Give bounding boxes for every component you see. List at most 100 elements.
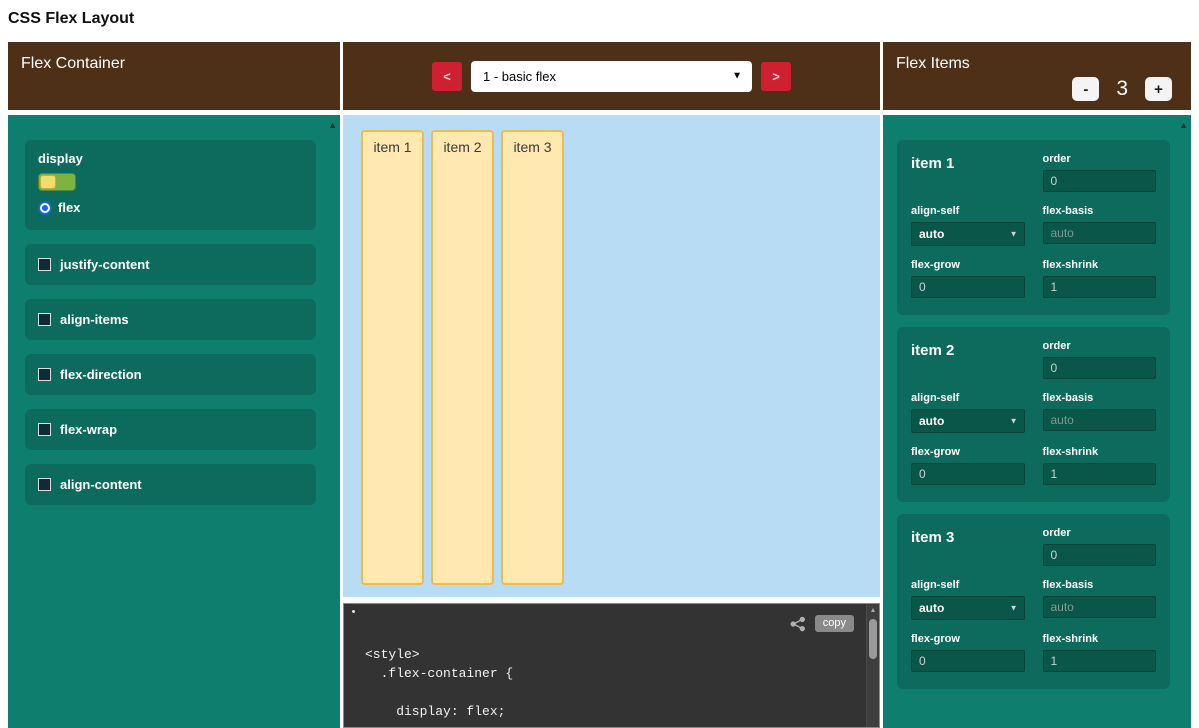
flex-basis-input[interactable] [1043, 222, 1157, 244]
display-label: display [38, 151, 303, 166]
flex-shrink-input[interactable] [1043, 463, 1157, 485]
flex-shrink-cell: flex-shrink [1043, 446, 1157, 485]
display-toggle[interactable] [38, 173, 76, 191]
example-select-wrap: 1 - basic flex ▼ [471, 61, 752, 92]
code-line: <style> [365, 645, 513, 664]
align-self-cell: align-self auto ▼ [911, 392, 1025, 433]
flex-grow-label: flex-grow [911, 633, 1025, 645]
item-card-3: item 3 order align-self auto ▼ [897, 514, 1170, 689]
page: CSS Flex Layout Flex Container ▲ display… [0, 0, 1199, 728]
order-label: order [1043, 527, 1157, 539]
code-line [365, 683, 513, 702]
code-toolbar: copy [790, 615, 854, 632]
flex-items-body: ▲ item 1 order align-self auto ▼ [883, 115, 1191, 728]
order-input[interactable] [1043, 544, 1157, 566]
flex-grow-cell: flex-grow [911, 633, 1025, 672]
flex-basis-input[interactable] [1043, 409, 1157, 431]
flex-basis-cell: flex-basis [1043, 392, 1157, 433]
option-card-align-content: align-content [25, 464, 316, 505]
align-content-label: align-content [60, 477, 142, 492]
flex-grow-input[interactable] [911, 650, 1025, 672]
flex-basis-label: flex-basis [1043, 579, 1157, 591]
justify-content-checkbox[interactable] [38, 258, 51, 271]
flex-direction-label: flex-direction [60, 367, 142, 382]
order-cell: order [1043, 527, 1157, 566]
flex-wrap-checkbox[interactable] [38, 423, 51, 436]
left-scroll-up-arrow-icon[interactable]: ▲ [328, 120, 337, 130]
right-scroll-up-arrow-icon[interactable]: ▲ [1179, 120, 1188, 130]
option-card-flex-wrap: flex-wrap [25, 409, 316, 450]
align-items-checkbox[interactable] [38, 313, 51, 326]
code-bullet-dot [352, 610, 355, 613]
item-name-cell: item 2 [911, 340, 1025, 379]
align-self-select-wrap: auto ▼ [911, 596, 1025, 620]
flex-basis-input[interactable] [1043, 596, 1157, 618]
flex-shrink-cell: flex-shrink [1043, 633, 1157, 672]
item-count-controls: - 3 + [1072, 77, 1172, 101]
flex-radio-dot [42, 205, 48, 211]
preview-item-1: item 1 [361, 130, 424, 585]
flex-shrink-input[interactable] [1043, 276, 1157, 298]
order-label: order [1043, 340, 1157, 352]
align-self-select-wrap: auto ▼ [911, 222, 1025, 246]
item-name: item 1 [911, 153, 1025, 172]
flex-grow-input[interactable] [911, 276, 1025, 298]
flex-direction-checkbox[interactable] [38, 368, 51, 381]
code-line: display: flex; [365, 702, 513, 721]
display-toggle-knob [40, 175, 56, 189]
flex-shrink-input[interactable] [1043, 650, 1157, 672]
copy-button[interactable]: copy [815, 615, 854, 632]
align-self-select[interactable]: auto [911, 222, 1025, 246]
align-self-select[interactable]: auto [911, 409, 1025, 433]
share-icon[interactable] [790, 616, 806, 632]
code-content: <style> .flex-container { display: flex; [365, 645, 513, 721]
align-items-label: align-items [60, 312, 129, 327]
flex-items-panel: Flex Items - 3 + ▲ item 1 order align-se… [883, 42, 1191, 728]
flex-radio-row[interactable]: flex [38, 200, 303, 215]
flex-grow-input[interactable] [911, 463, 1025, 485]
flex-basis-cell: flex-basis [1043, 205, 1157, 246]
next-example-button[interactable]: > [761, 62, 791, 91]
code-scroll-up-arrow-icon[interactable]: ▲ [870, 607, 877, 614]
align-self-select[interactable]: auto [911, 596, 1025, 620]
flex-basis-label: flex-basis [1043, 205, 1157, 217]
item-name: item 2 [911, 340, 1025, 359]
flex-container-title: Flex Container [21, 55, 125, 72]
item-name-cell: item 1 [911, 153, 1025, 192]
option-card-flex-direction: flex-direction [25, 354, 316, 395]
remove-item-button[interactable]: - [1072, 77, 1099, 101]
example-nav-bar: < 1 - basic flex ▼ > [343, 42, 880, 110]
flex-container-header: Flex Container [8, 42, 340, 110]
align-self-cell: align-self auto ▼ [911, 205, 1025, 246]
page-title: CSS Flex Layout [8, 10, 134, 28]
item-card-1: item 1 order align-self auto ▼ [897, 140, 1170, 315]
align-content-checkbox[interactable] [38, 478, 51, 491]
option-card-align-items: align-items [25, 299, 316, 340]
flex-basis-cell: flex-basis [1043, 579, 1157, 620]
flex-grow-cell: flex-grow [911, 446, 1025, 485]
flex-container-panel: Flex Container ▲ display flex justify-co… [8, 42, 340, 728]
flex-grow-label: flex-grow [911, 446, 1025, 458]
code-line: .flex-container { [365, 664, 513, 683]
code-scrollbar[interactable]: ▲ [866, 604, 879, 727]
flex-shrink-label: flex-shrink [1043, 259, 1157, 271]
flex-wrap-label: flex-wrap [60, 422, 117, 437]
preview-item-3: item 3 [501, 130, 564, 585]
code-scroll-thumb[interactable] [869, 619, 877, 659]
order-input[interactable] [1043, 357, 1157, 379]
item-name: item 3 [911, 527, 1025, 546]
flex-container-preview: item 1 item 2 item 3 [343, 115, 880, 597]
justify-content-label: justify-content [60, 257, 150, 272]
flex-radio-label: flex [58, 200, 80, 215]
flex-radio[interactable] [38, 201, 52, 215]
order-cell: order [1043, 153, 1157, 192]
add-item-button[interactable]: + [1145, 77, 1172, 101]
flex-shrink-cell: flex-shrink [1043, 259, 1157, 298]
flex-shrink-label: flex-shrink [1043, 633, 1157, 645]
example-select[interactable]: 1 - basic flex [471, 61, 752, 92]
order-input[interactable] [1043, 170, 1157, 192]
code-block: copy <style> .flex-container { display: … [343, 603, 880, 728]
align-self-cell: align-self auto ▼ [911, 579, 1025, 620]
prev-example-button[interactable]: < [432, 62, 462, 91]
item-name-cell: item 3 [911, 527, 1025, 566]
